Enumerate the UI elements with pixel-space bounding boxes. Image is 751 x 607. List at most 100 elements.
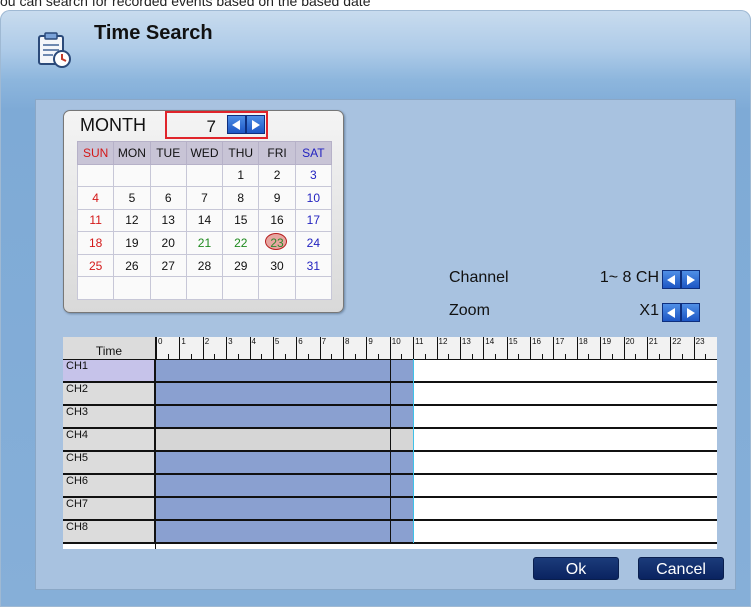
- calendar-day[interactable]: 2: [258, 163, 296, 188]
- calendar-day[interactable]: [76, 163, 115, 188]
- arrow-right-icon: [687, 307, 695, 318]
- channel-label-ch5[interactable]: CH5: [63, 452, 155, 473]
- hour-tick: [530, 337, 531, 359]
- hour-label: 18: [578, 337, 588, 346]
- time-search-window: Time Search MONTH 7 SUN MON TUE WED THU …: [0, 10, 751, 607]
- calendar-day-selected[interactable]: 23: [258, 231, 296, 255]
- month-next-button[interactable]: [246, 115, 265, 134]
- hour-label: 13: [461, 337, 471, 346]
- calendar-week: 25 26 27 28 29 30 31: [76, 253, 333, 278]
- calendar-day[interactable]: 31: [294, 253, 333, 278]
- channel-label-ch6[interactable]: CH6: [63, 475, 155, 496]
- timeline-header: Time 0 1 2 3 4 5 6 7 8 9 10 11 12 13 14 15 16 17 18 19 20 21 2…: [63, 337, 717, 360]
- calendar-day[interactable]: 16: [258, 208, 296, 233]
- month-label: MONTH: [80, 115, 146, 135]
- calendar-day[interactable]: 4: [76, 186, 115, 210]
- hour-tick: [623, 337, 625, 359]
- channel-value: 1~ 8 CH: [599, 269, 659, 286]
- calendar-day-recorded[interactable]: 22: [222, 231, 260, 255]
- calendar-day[interactable]: 10: [294, 186, 333, 210]
- label-divider: [155, 359, 156, 549]
- weekday-fri: FRI: [258, 141, 296, 165]
- weekday-header: SUN MON TUE WED THU FRI SAT: [76, 141, 333, 165]
- half-hour-tick: [658, 354, 660, 359]
- recording-segment: [156, 383, 414, 404]
- time-cursor[interactable]: [413, 359, 415, 543]
- half-hour-tick: [611, 354, 613, 359]
- half-hour-tick: [284, 354, 286, 359]
- calendar-day[interactable]: 29: [222, 253, 260, 278]
- cancel-button[interactable]: Cancel: [638, 557, 724, 580]
- title-bar: Time Search: [0, 10, 751, 72]
- calendar-day[interactable]: 12: [113, 208, 151, 233]
- hour-ruler[interactable]: 0 1 2 3 4 5 6 7 8 9 10 11 12 13 14 15 16 17 18 19 20 21 22 23: [156, 337, 717, 359]
- hour-label: 2: [204, 337, 210, 346]
- channel-prev-button[interactable]: [662, 270, 681, 289]
- recording-segment: [156, 406, 414, 427]
- calendar-day[interactable]: 11: [76, 208, 115, 233]
- calendar-day[interactable]: 13: [149, 208, 187, 233]
- channel-label-ch8[interactable]: CH8: [63, 521, 155, 542]
- hour-tick: [413, 337, 415, 359]
- hour-tick: [202, 337, 204, 359]
- calendar-day[interactable]: 30: [258, 253, 296, 278]
- channel-label-ch4[interactable]: CH4: [63, 429, 155, 450]
- timeline[interactable]: Time 0 1 2 3 4 5 6 7 8 9 10 11 12 13 14 15 16 17 18 19 20 21 2…: [63, 337, 717, 549]
- ok-button[interactable]: Ok: [533, 557, 619, 580]
- calendar-day[interactable]: 8: [222, 186, 260, 210]
- half-hour-tick: [588, 354, 590, 359]
- hour-label: 17: [555, 337, 565, 346]
- recording-segment: [156, 475, 414, 496]
- half-hour-tick: [635, 354, 637, 359]
- calendar-day[interactable]: 24: [294, 231, 333, 255]
- hour-tick: [343, 337, 344, 359]
- calendar-day[interactable]: 3: [294, 163, 333, 188]
- calendar-day[interactable]: 18: [76, 231, 115, 255]
- calendar-day[interactable]: [113, 163, 151, 188]
- month-selector[interactable]: 7: [165, 111, 268, 139]
- selected-day-number: 23: [270, 236, 284, 251]
- calendar-grid: SUN MON TUE WED THU FRI SAT 1 2 3 4 5 6 …: [76, 141, 333, 300]
- zoom-prev-button[interactable]: [662, 303, 681, 322]
- calendar-day[interactable]: 28: [185, 253, 224, 278]
- calendar-day[interactable]: 19: [113, 231, 151, 255]
- calendar-day[interactable]: [149, 163, 187, 188]
- calendar-day[interactable]: 5: [113, 186, 151, 210]
- calendar-day[interactable]: 26: [113, 253, 151, 278]
- calendar-day[interactable]: 20: [149, 231, 187, 255]
- calendar-week: 11 12 13 14 15 16 17: [76, 208, 333, 233]
- calendar-day[interactable]: 17: [294, 208, 333, 233]
- half-hour-tick: [331, 354, 333, 359]
- hour-label: 6: [298, 337, 303, 346]
- channel-label-ch1[interactable]: CH1: [63, 360, 155, 381]
- zoom-next-button[interactable]: [681, 303, 700, 322]
- hour-tick: [389, 337, 391, 359]
- recording-segment: [156, 360, 414, 381]
- hour-tick: [226, 337, 228, 359]
- calendar-day: [149, 276, 187, 300]
- hour-label: 23: [695, 337, 705, 346]
- channel-label-ch2[interactable]: CH2: [63, 383, 155, 404]
- hour-tick: [459, 337, 461, 359]
- calendar-day[interactable]: 1: [222, 163, 260, 188]
- month-value: 7: [206, 117, 216, 136]
- hour-label: 22: [672, 337, 682, 346]
- calendar-day[interactable]: 25: [76, 253, 115, 278]
- half-hour-tick: [424, 354, 426, 359]
- channel-next-button[interactable]: [681, 270, 700, 289]
- month-prev-button[interactable]: [227, 115, 246, 134]
- calendar-day[interactable]: 7: [185, 186, 224, 210]
- hour-label: 20: [625, 337, 635, 346]
- channel-label-ch3[interactable]: CH3: [63, 406, 155, 427]
- calendar-day[interactable]: 6: [149, 186, 187, 210]
- calendar-day[interactable]: 14: [185, 208, 224, 233]
- arrow-right-icon: [252, 119, 260, 130]
- calendar-day-recorded[interactable]: 21: [185, 231, 224, 255]
- calendar-day[interactable]: [185, 163, 224, 188]
- half-hour-tick: [448, 354, 450, 359]
- hour-tick: [179, 337, 181, 359]
- calendar-day[interactable]: 15: [222, 208, 260, 233]
- calendar-day[interactable]: 9: [258, 186, 296, 210]
- calendar-day[interactable]: 27: [149, 253, 187, 278]
- channel-label-ch7[interactable]: CH7: [63, 498, 155, 519]
